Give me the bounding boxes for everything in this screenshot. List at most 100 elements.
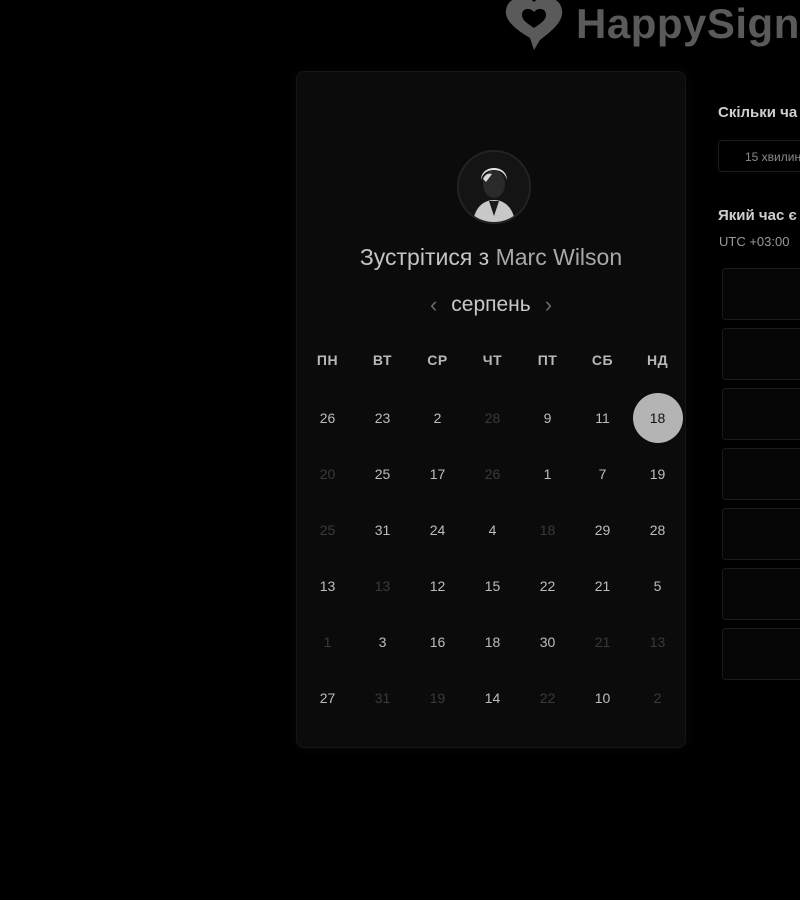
timezone-label[interactable]: UTC +03:00 [719, 234, 789, 249]
day-number: 21 [594, 578, 611, 594]
calendar-day[interactable]: 23 [355, 390, 410, 446]
calendar-day: 25 [300, 502, 355, 558]
day-number: 31 [374, 522, 391, 538]
calendar-day: 13 [630, 614, 685, 670]
day-number: 1 [543, 466, 552, 482]
day-number: 28 [484, 410, 501, 426]
day-grid: 26 23 2 28 9 11 18 20 25 17 26 1 7 19 25 31 24 4 18 29 28 13 1… [300, 390, 685, 726]
calendar-day: 1 [300, 614, 355, 670]
day-number: 26 [484, 466, 501, 482]
calendar-day: 18 [520, 502, 575, 558]
day-number: 13 [319, 578, 336, 594]
calendar-day: 22 [520, 670, 575, 726]
day-number: 22 [539, 578, 556, 594]
day-number: 4 [488, 522, 497, 538]
day-number: 29 [594, 522, 611, 538]
day-number: 13 [649, 634, 666, 650]
chevron-left-icon[interactable]: ‹ [416, 292, 451, 318]
duration-question: Скільки ча [718, 104, 798, 121]
host-avatar [457, 150, 531, 224]
time-slot-button[interactable] [722, 328, 800, 380]
calendar-day[interactable]: 12 [410, 558, 465, 614]
time-slot-button[interactable] [722, 508, 800, 560]
calendar-day: 21 [575, 614, 630, 670]
time-question: Який час є [718, 207, 797, 224]
calendar-day[interactable]: 30 [520, 614, 575, 670]
meeting-title-prefix: Зустрітися з [359, 244, 490, 270]
day-number: 5 [653, 578, 662, 594]
calendar-day[interactable]: 24 [410, 502, 465, 558]
day-number: 26 [319, 410, 336, 426]
logo-heart-chat-icon [500, 0, 568, 54]
calendar-day: 28 [465, 390, 520, 446]
calendar-day[interactable]: 11 [575, 390, 630, 446]
calendar-day[interactable]: 28 [630, 502, 685, 558]
day-number: 31 [374, 690, 391, 706]
month-navigation: ‹ серпень › [297, 292, 685, 318]
calendar-day: 31 [355, 670, 410, 726]
day-number: 2 [653, 690, 662, 706]
calendar-day[interactable]: 14 [465, 670, 520, 726]
host-name: Marc Wilson [495, 244, 623, 270]
calendar-day[interactable]: 3 [355, 614, 410, 670]
day-number: 15 [484, 578, 501, 594]
calendar-day[interactable]: 26 [300, 390, 355, 446]
selected-day[interactable]: 18 [630, 390, 685, 446]
weekday-label: ЧТ [482, 352, 503, 368]
day-number: 16 [429, 634, 446, 650]
calendar-day: 26 [465, 446, 520, 502]
calendar-day[interactable]: 10 [575, 670, 630, 726]
calendar-day[interactable]: 19 [630, 446, 685, 502]
day-number: 24 [429, 522, 446, 538]
calendar-day[interactable]: 13 [300, 558, 355, 614]
day-number: 18 [484, 634, 501, 650]
calendar-day: 19 [410, 670, 465, 726]
day-number: 18 [539, 522, 556, 538]
calendar-day[interactable]: 16 [410, 614, 465, 670]
calendar-day: 20 [300, 446, 355, 502]
day-number: 19 [649, 466, 666, 482]
day-number: 18 [632, 393, 683, 443]
calendar-day[interactable]: 18 [465, 614, 520, 670]
weekday-label: ПТ [537, 352, 558, 368]
calendar-day[interactable]: 22 [520, 558, 575, 614]
calendar-day[interactable]: 21 [575, 558, 630, 614]
day-number: 25 [319, 522, 336, 538]
calendar-day[interactable]: 27 [300, 670, 355, 726]
time-slot-button[interactable] [722, 388, 800, 440]
weekday-label: НД [646, 352, 669, 368]
day-number: 25 [374, 466, 391, 482]
calendar-day[interactable]: 2 [410, 390, 465, 446]
calendar-day[interactable]: 25 [355, 446, 410, 502]
meeting-title: Зустрітися з Marc Wilson [297, 244, 685, 271]
chevron-right-icon[interactable]: › [531, 292, 566, 318]
day-number: 14 [484, 690, 501, 706]
time-slot-button[interactable] [722, 268, 800, 320]
calendar-day[interactable]: 7 [575, 446, 630, 502]
day-number: 17 [429, 466, 446, 482]
calendar-day[interactable]: 29 [575, 502, 630, 558]
calendar-day[interactable]: 31 [355, 502, 410, 558]
calendar-day: 2 [630, 670, 685, 726]
time-slot-button[interactable] [722, 628, 800, 680]
calendar-day[interactable]: 17 [410, 446, 465, 502]
day-number: 3 [378, 634, 387, 650]
day-number: 23 [374, 410, 391, 426]
duration-select[interactable]: 15 хвилин [718, 140, 800, 172]
calendar-day[interactable]: 4 [465, 502, 520, 558]
calendar-day[interactable]: 9 [520, 390, 575, 446]
calendar-day[interactable]: 15 [465, 558, 520, 614]
time-slot-button[interactable] [722, 568, 800, 620]
weekday-label: СБ [591, 352, 614, 368]
day-number: 2 [433, 410, 442, 426]
calendar-day[interactable]: 5 [630, 558, 685, 614]
day-number: 27 [319, 690, 336, 706]
weekday-header: ПН ВТ СР ЧТ ПТ СБ НД [300, 352, 685, 368]
time-slot-button[interactable] [722, 448, 800, 500]
time-selection-panel: Скільки ча 15 хвилин Який час є UTC +03:… [718, 0, 800, 900]
day-number: 13 [374, 578, 391, 594]
calendar-day[interactable]: 1 [520, 446, 575, 502]
month-label: серпень [451, 293, 531, 316]
day-number: 10 [594, 690, 611, 706]
weekday-label: ВТ [372, 352, 393, 368]
